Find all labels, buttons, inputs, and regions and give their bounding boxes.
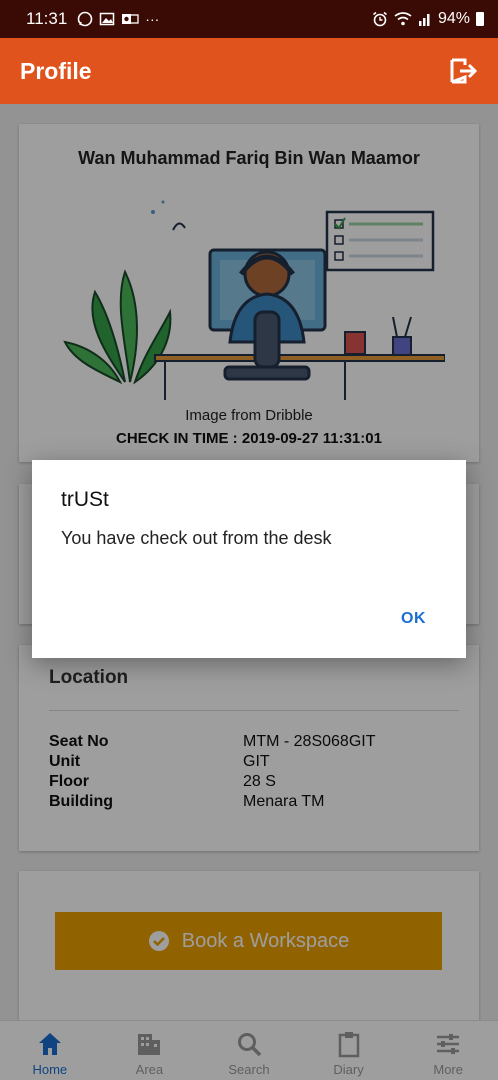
page-title: Profile bbox=[20, 57, 92, 84]
alarm-icon bbox=[372, 11, 387, 27]
signal-icon bbox=[418, 14, 430, 26]
status-time: 11:31 bbox=[26, 9, 68, 28]
dialog-ok-button[interactable]: OK bbox=[401, 610, 426, 628]
alert-dialog: trUSt You have check out from the desk O… bbox=[32, 460, 466, 658]
status-bar: 11:31 ··· 94% bbox=[0, 0, 498, 38]
dialog-message: You have check out from the desk bbox=[61, 528, 332, 548]
outlook-icon bbox=[122, 14, 139, 24]
battery-icon bbox=[476, 12, 484, 26]
system-icons: 94% bbox=[372, 10, 484, 28]
wifi-icon bbox=[394, 12, 412, 26]
app-bar: Profile bbox=[0, 38, 498, 104]
notification-icons: ··· bbox=[77, 11, 159, 27]
logout-icon[interactable] bbox=[448, 56, 478, 86]
more-notifications-icon: ··· bbox=[145, 11, 160, 27]
gallery-icon bbox=[100, 12, 115, 26]
battery-percent: 94% bbox=[437, 10, 470, 27]
whatsapp-icon bbox=[77, 11, 93, 27]
dialog-title: trUSt bbox=[61, 488, 109, 511]
